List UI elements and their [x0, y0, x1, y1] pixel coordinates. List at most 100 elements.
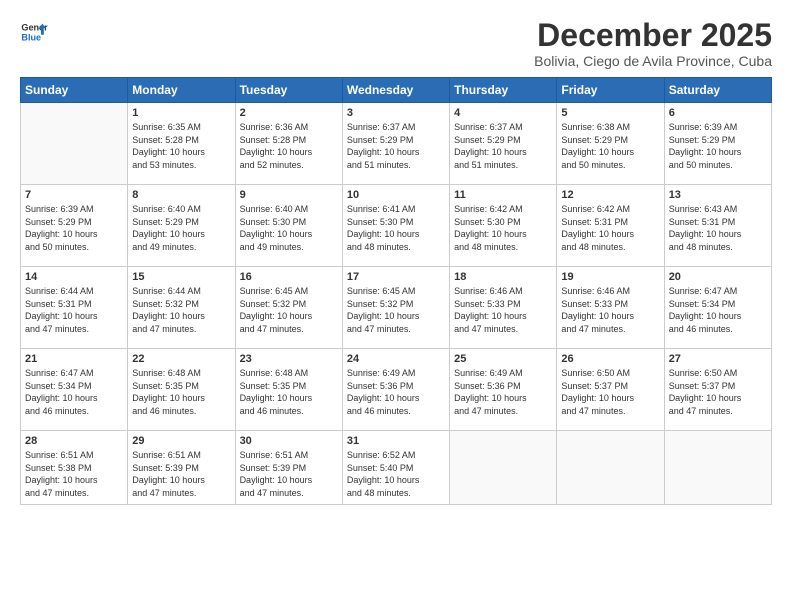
day-info: Sunrise: 6:47 AMSunset: 5:34 PMDaylight:… [669, 285, 767, 335]
day-number: 20 [669, 271, 767, 283]
day-number: 4 [454, 107, 552, 119]
day-number: 12 [561, 189, 659, 201]
day-number: 22 [132, 353, 230, 365]
table-row: 26 Sunrise: 6:50 AMSunset: 5:37 PMDayligh… [557, 349, 664, 431]
day-info: Sunrise: 6:40 AMSunset: 5:29 PMDaylight:… [132, 203, 230, 253]
day-info: Sunrise: 6:44 AMSunset: 5:32 PMDaylight:… [132, 285, 230, 335]
header: General Blue December 2025 Bolivia, Cieg… [20, 18, 772, 69]
day-number: 26 [561, 353, 659, 365]
day-info: Sunrise: 6:35 AMSunset: 5:28 PMDaylight:… [132, 121, 230, 171]
table-row: 13 Sunrise: 6:43 AMSunset: 5:31 PMDayligh… [664, 185, 771, 267]
day-info: Sunrise: 6:51 AMSunset: 5:39 PMDaylight:… [132, 449, 230, 499]
day-info: Sunrise: 6:42 AMSunset: 5:31 PMDaylight:… [561, 203, 659, 253]
col-saturday: Saturday [664, 78, 771, 103]
day-number: 10 [347, 189, 445, 201]
day-number: 15 [132, 271, 230, 283]
svg-text:Blue: Blue [21, 32, 41, 42]
day-info: Sunrise: 6:37 AMSunset: 5:29 PMDaylight:… [347, 121, 445, 171]
table-row: 6 Sunrise: 6:39 AMSunset: 5:29 PMDaylight… [664, 103, 771, 185]
table-row: 9Sunrise: 6:40 AMSunset: 5:30 PMDaylight… [235, 185, 342, 267]
table-row [450, 431, 557, 504]
table-row: 15 Sunrise: 6:44 AMSunset: 5:32 PMDayligh… [128, 267, 235, 349]
calendar-week-3: 14 Sunrise: 6:44 AMSunset: 5:31 PMDayligh… [21, 267, 772, 349]
day-number: 7 [25, 189, 123, 201]
logo: General Blue [20, 18, 48, 46]
day-info: Sunrise: 6:46 AMSunset: 5:33 PMDaylight:… [561, 285, 659, 335]
calendar-week-1: 1 Sunrise: 6:35 AMSunset: 5:28 PMDaylight… [21, 103, 772, 185]
day-info: Sunrise: 6:47 AMSunset: 5:34 PMDaylight:… [25, 367, 123, 417]
month-title: December 2025 [534, 18, 772, 53]
table-row [21, 103, 128, 185]
table-row: 7 Sunrise: 6:39 AMSunset: 5:29 PMDaylight… [21, 185, 128, 267]
day-info: Sunrise: 6:52 AMSunset: 5:40 PMDaylight:… [347, 449, 445, 499]
subtitle: Bolivia, Ciego de Avila Province, Cuba [534, 53, 772, 69]
day-number: 6 [669, 107, 767, 119]
day-number: 27 [669, 353, 767, 365]
day-number: 2 [240, 107, 338, 119]
day-number: 21 [25, 353, 123, 365]
table-row: 10 Sunrise: 6:41 AMSunset: 5:30 PMDayligh… [342, 185, 449, 267]
day-number: 30 [240, 435, 338, 447]
day-info: Sunrise: 6:48 AMSunset: 5:35 PMDaylight:… [240, 367, 338, 417]
day-info: Sunrise: 6:51 AMSunset: 5:38 PMDaylight:… [25, 449, 123, 499]
table-row: 4Sunrise: 6:37 AMSunset: 5:29 PMDaylight… [450, 103, 557, 185]
table-row [664, 431, 771, 504]
table-row: 28 Sunrise: 6:51 AMSunset: 5:38 PMDayligh… [21, 431, 128, 504]
col-thursday: Thursday [450, 78, 557, 103]
table-row: 1 Sunrise: 6:35 AMSunset: 5:28 PMDaylight… [128, 103, 235, 185]
col-wednesday: Wednesday [342, 78, 449, 103]
table-row: 18Sunrise: 6:46 AMSunset: 5:33 PMDayligh… [450, 267, 557, 349]
table-row: 27Sunrise: 6:50 AMSunset: 5:37 PMDayligh… [664, 349, 771, 431]
table-row: 14 Sunrise: 6:44 AMSunset: 5:31 PMDayligh… [21, 267, 128, 349]
col-sunday: Sunday [21, 78, 128, 103]
table-row: 19 Sunrise: 6:46 AMSunset: 5:33 PMDayligh… [557, 267, 664, 349]
day-number: 14 [25, 271, 123, 283]
day-number: 19 [561, 271, 659, 283]
day-info: Sunrise: 6:39 AMSunset: 5:29 PMDaylight:… [25, 203, 123, 253]
day-info: Sunrise: 6:38 AMSunset: 5:29 PMDaylight:… [561, 121, 659, 171]
table-row: 24 Sunrise: 6:49 AMSunset: 5:36 PMDayligh… [342, 349, 449, 431]
day-info: Sunrise: 6:51 AMSunset: 5:39 PMDaylight:… [240, 449, 338, 499]
day-info: Sunrise: 6:39 AMSunset: 5:29 PMDaylight:… [669, 121, 767, 171]
table-row: 21 Sunrise: 6:47 AMSunset: 5:34 PMDayligh… [21, 349, 128, 431]
day-number: 1 [132, 107, 230, 119]
day-number: 24 [347, 353, 445, 365]
table-row: 30 Sunrise: 6:51 AMSunset: 5:39 PMDayligh… [235, 431, 342, 504]
day-info: Sunrise: 6:44 AMSunset: 5:31 PMDaylight:… [25, 285, 123, 335]
day-info: Sunrise: 6:46 AMSunset: 5:33 PMDaylight:… [454, 285, 552, 335]
day-info: Sunrise: 6:45 AMSunset: 5:32 PMDaylight:… [347, 285, 445, 335]
day-number: 11 [454, 189, 552, 201]
day-info: Sunrise: 6:36 AMSunset: 5:28 PMDaylight:… [240, 121, 338, 171]
day-info: Sunrise: 6:48 AMSunset: 5:35 PMDaylight:… [132, 367, 230, 417]
calendar-week-4: 21 Sunrise: 6:47 AMSunset: 5:34 PMDayligh… [21, 349, 772, 431]
calendar-week-2: 7 Sunrise: 6:39 AMSunset: 5:29 PMDaylight… [21, 185, 772, 267]
day-number: 23 [240, 353, 338, 365]
table-row: 31 Sunrise: 6:52 AMSunset: 5:40 PMDayligh… [342, 431, 449, 504]
day-number: 28 [25, 435, 123, 447]
table-row: 16 Sunrise: 6:45 AMSunset: 5:32 PMDayligh… [235, 267, 342, 349]
header-row: Sunday Monday Tuesday Wednesday Thursday… [21, 78, 772, 103]
day-number: 16 [240, 271, 338, 283]
day-number: 31 [347, 435, 445, 447]
day-info: Sunrise: 6:42 AMSunset: 5:30 PMDaylight:… [454, 203, 552, 253]
day-number: 17 [347, 271, 445, 283]
day-info: Sunrise: 6:41 AMSunset: 5:30 PMDaylight:… [347, 203, 445, 253]
table-row: 20 Sunrise: 6:47 AMSunset: 5:34 PMDayligh… [664, 267, 771, 349]
day-info: Sunrise: 6:40 AMSunset: 5:30 PMDaylight:… [240, 203, 338, 253]
col-friday: Friday [557, 78, 664, 103]
day-number: 13 [669, 189, 767, 201]
day-number: 29 [132, 435, 230, 447]
day-info: Sunrise: 6:50 AMSunset: 5:37 PMDaylight:… [561, 367, 659, 417]
table-row: 25Sunrise: 6:49 AMSunset: 5:36 PMDayligh… [450, 349, 557, 431]
calendar-week-5: 28 Sunrise: 6:51 AMSunset: 5:38 PMDayligh… [21, 431, 772, 504]
calendar-table: Sunday Monday Tuesday Wednesday Thursday… [20, 77, 772, 504]
table-row: 8Sunrise: 6:40 AMSunset: 5:29 PMDaylight… [128, 185, 235, 267]
day-info: Sunrise: 6:45 AMSunset: 5:32 PMDaylight:… [240, 285, 338, 335]
table-row: 17 Sunrise: 6:45 AMSunset: 5:32 PMDayligh… [342, 267, 449, 349]
table-row: 23 Sunrise: 6:48 AMSunset: 5:35 PMDayligh… [235, 349, 342, 431]
day-info: Sunrise: 6:49 AMSunset: 5:36 PMDaylight:… [347, 367, 445, 417]
day-info: Sunrise: 6:43 AMSunset: 5:31 PMDaylight:… [669, 203, 767, 253]
col-tuesday: Tuesday [235, 78, 342, 103]
day-number: 5 [561, 107, 659, 119]
day-info: Sunrise: 6:49 AMSunset: 5:36 PMDaylight:… [454, 367, 552, 417]
